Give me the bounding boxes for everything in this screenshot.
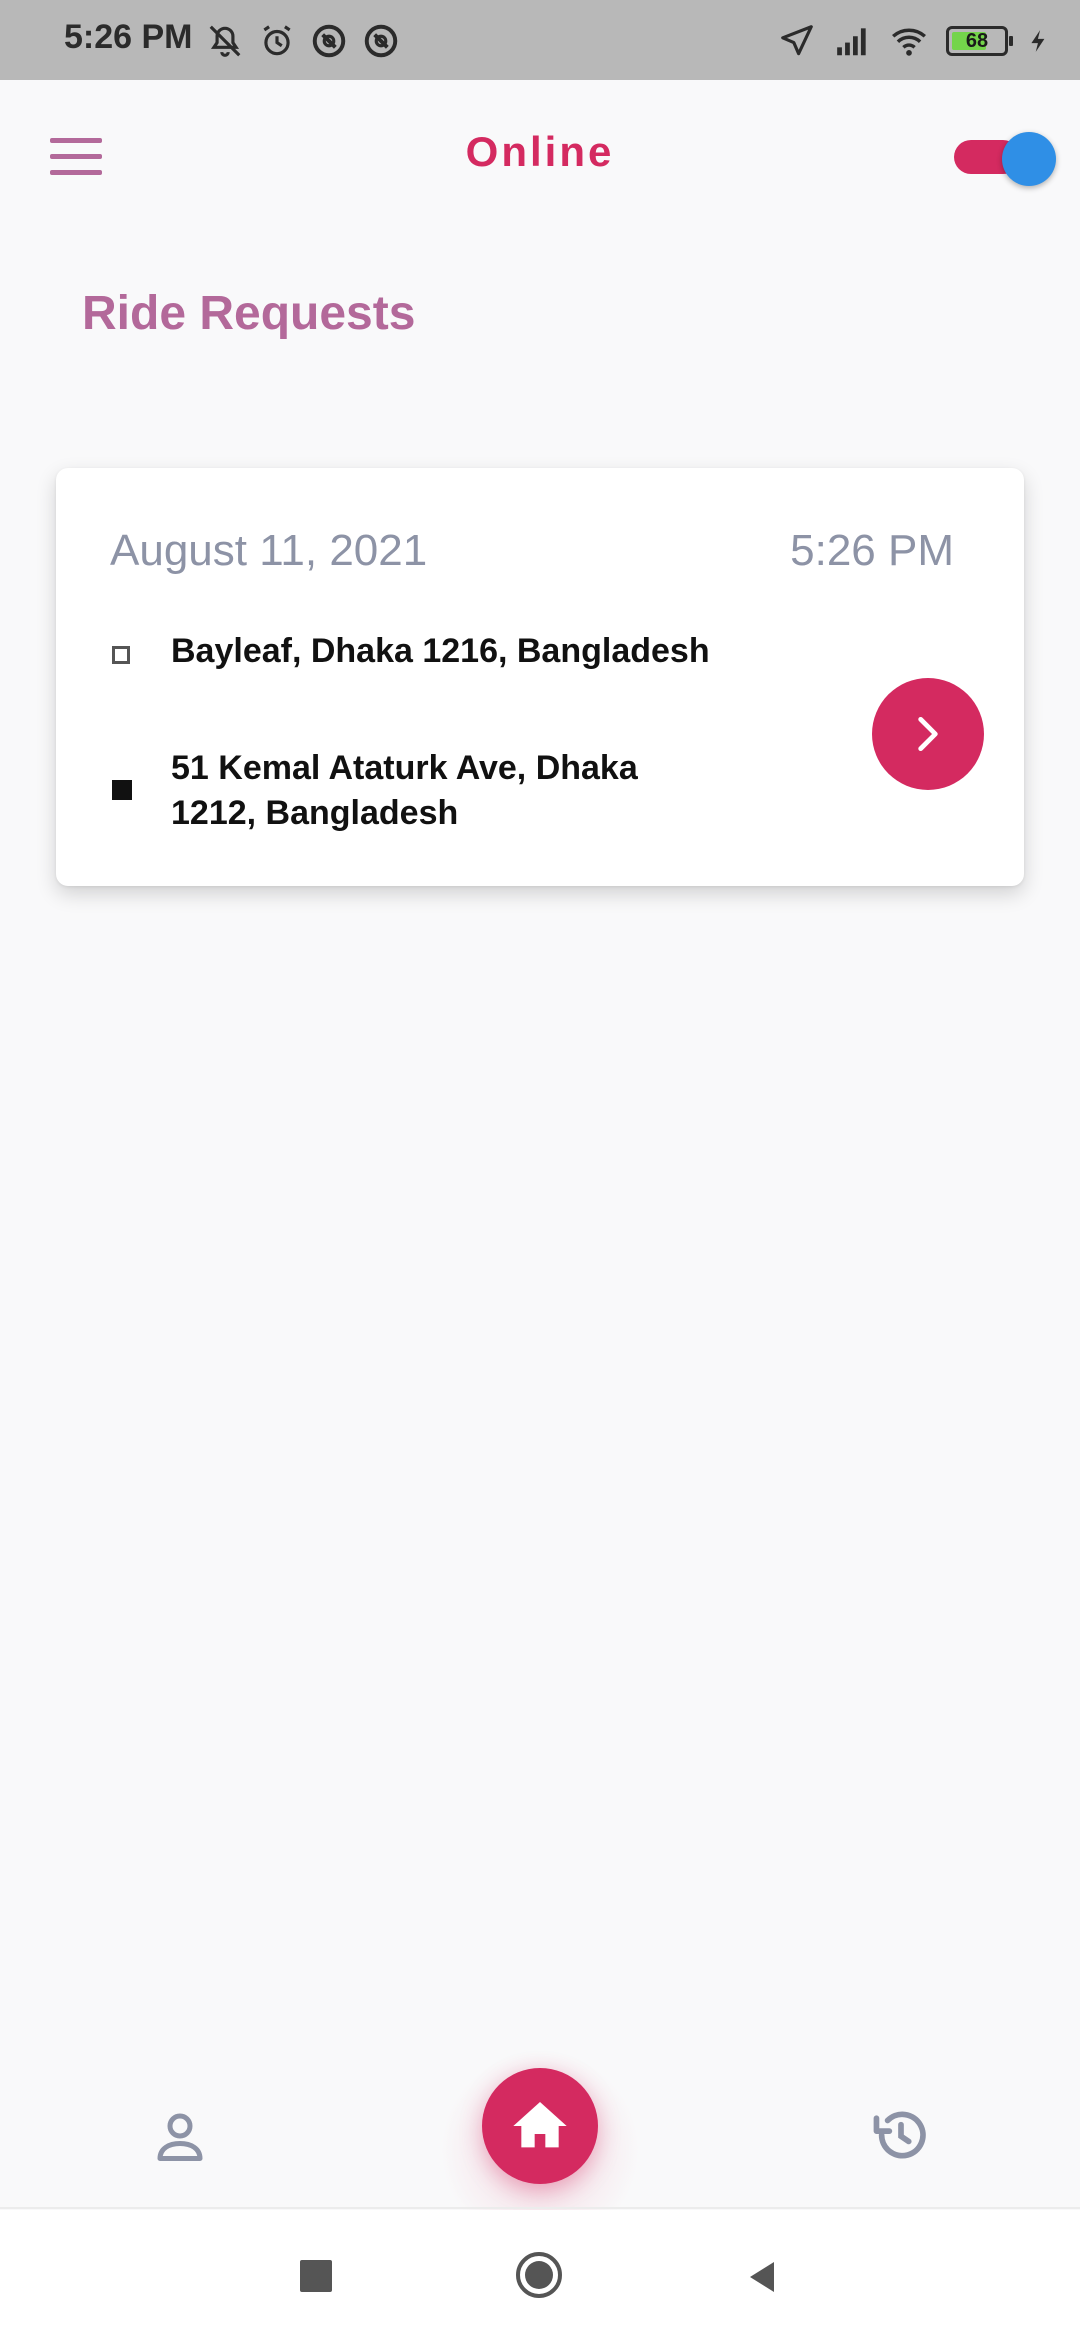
status-bar: 5:26 PM 68: [0, 0, 1080, 80]
wifi-icon: [892, 28, 926, 56]
at-sign-icon: [312, 24, 346, 58]
profile-icon[interactable]: [150, 2106, 210, 2166]
page-title: Online: [465, 128, 615, 175]
system-home-icon[interactable]: [516, 2252, 562, 2298]
recent-apps-icon[interactable]: [300, 2260, 332, 2292]
location-arrow-icon: [781, 25, 813, 56]
status-notification-icons: [206, 22, 400, 60]
home-nav-button[interactable]: [482, 2068, 598, 2184]
ride-request-card[interactable]: August 11, 2021 5:26 PM Bayleaf, Dhaka 1…: [56, 468, 1024, 886]
bottom-navigation: [0, 2010, 1080, 2250]
pickup-address: Bayleaf, Dhaka 1216, Bangladesh: [171, 632, 710, 670]
battery-level: 68: [965, 29, 989, 52]
battery-icon: 68: [946, 26, 1013, 56]
system-navigation-bar: [0, 2210, 1080, 2340]
back-icon[interactable]: [744, 2258, 780, 2296]
open-ride-button[interactable]: [872, 678, 984, 790]
nav-divider: [0, 2207, 1080, 2209]
dropoff-address: 51 Kemal Ataturk Ave, Dhaka 1212, Bangla…: [171, 749, 638, 832]
ride-time: 5:26 PM: [790, 526, 954, 575]
pickup-square-icon: [112, 646, 130, 664]
online-toggle[interactable]: [954, 132, 1056, 186]
chevron-right-icon: [918, 716, 938, 752]
battery-cap: [1009, 36, 1013, 46]
at-sign-icon: [364, 24, 398, 58]
status-system-icons: 68: [778, 22, 1052, 60]
status-time: 5:26 PM: [64, 18, 193, 56]
signal-icon: [837, 28, 866, 56]
system-home-dot: [525, 2261, 553, 2289]
charging-icon: [1031, 30, 1045, 52]
muted-bell-icon: [209, 25, 241, 57]
dropoff-square-icon: [112, 780, 132, 800]
alarm-icon: [263, 25, 291, 56]
ride-date: August 11, 2021: [110, 526, 428, 575]
toggle-thumb: [1002, 132, 1056, 186]
home-icon: [513, 2102, 567, 2148]
history-icon[interactable]: [870, 2104, 932, 2166]
section-title: Ride Requests: [82, 287, 416, 340]
